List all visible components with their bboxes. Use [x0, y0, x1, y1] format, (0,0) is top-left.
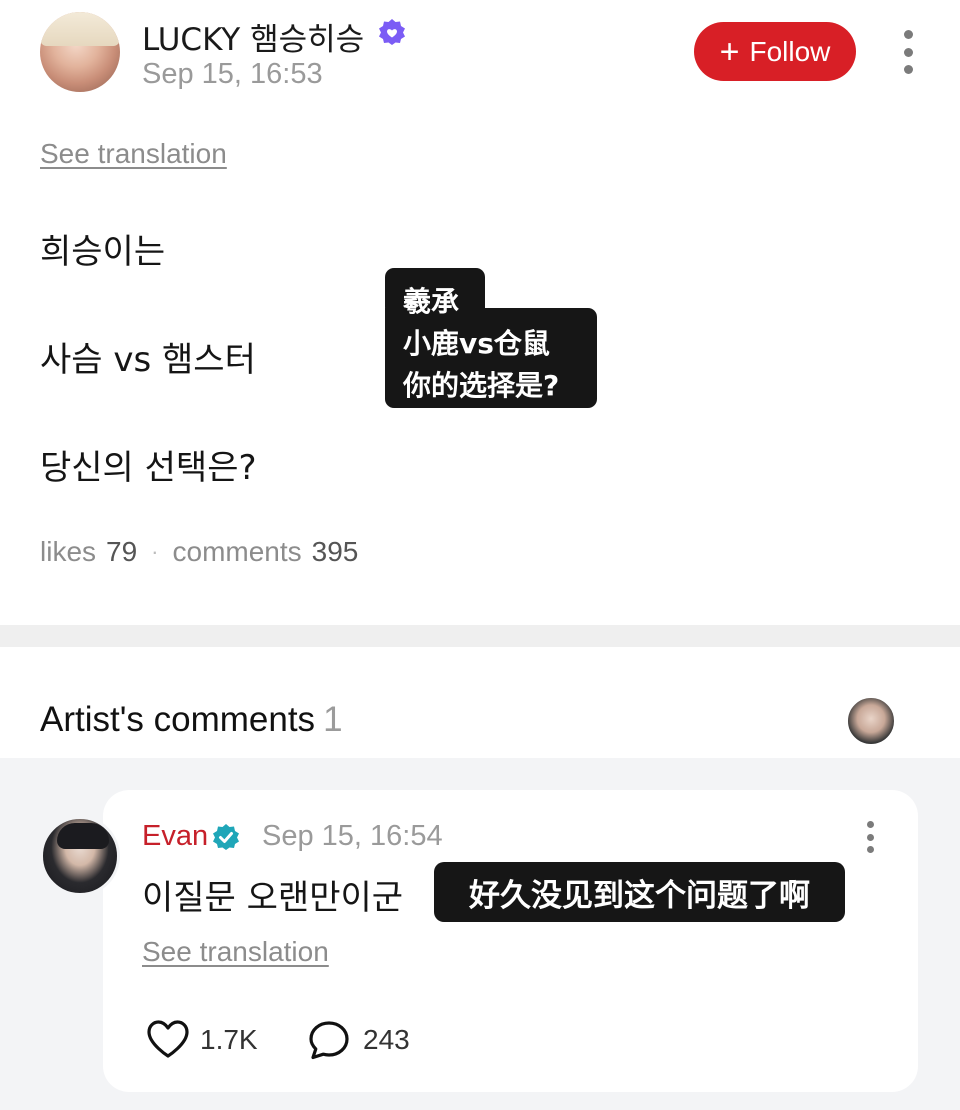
post-text-line: 사슴 vs 햄스터 — [40, 340, 256, 380]
plus-icon: + — [719, 32, 740, 71]
verified-badge-icon — [379, 19, 405, 45]
artist-comments-header[interactable]: Artist's comments 1 — [40, 700, 343, 740]
post-text-line: 희승이는 — [40, 232, 166, 272]
more-options-icon[interactable] — [898, 30, 918, 74]
comment-timestamp: Sep 15, 16:54 — [262, 820, 443, 852]
heart-outline-icon[interactable] — [146, 1019, 190, 1059]
follow-button[interactable]: + Follow — [694, 22, 856, 81]
section-divider — [0, 625, 960, 647]
caption-line: 小鹿vs仓鼠 — [403, 327, 550, 360]
comments-label: comments — [172, 536, 302, 567]
see-translation-link[interactable]: See translation — [40, 138, 227, 170]
separator-dot: · — [151, 539, 159, 564]
follow-label: Follow — [749, 35, 831, 67]
speech-bubble-outline-icon[interactable] — [308, 1020, 350, 1060]
post-stats: likes 79 · comments 395 — [40, 536, 358, 568]
author-avatar[interactable] — [40, 12, 120, 92]
comments-count[interactable]: 395 — [312, 536, 359, 568]
post-timestamp: Sep 15, 16:53 — [142, 58, 323, 90]
author-name[interactable]: LUCKY 햄승히승 — [142, 14, 364, 59]
artist-avatar[interactable] — [846, 696, 896, 746]
likes-count[interactable]: 79 — [106, 536, 137, 568]
translation-caption-overlay: 羲承 小鹿vs仓鼠 你的选择是? — [385, 268, 597, 408]
commenter-name[interactable]: Evan — [142, 820, 208, 853]
commenter-avatar[interactable] — [40, 816, 120, 896]
comment-reply-count: 243 — [363, 1024, 410, 1055]
artist-comments-title: Artist's comments — [40, 700, 316, 739]
comment-more-options-icon[interactable] — [864, 821, 876, 853]
artist-comments-count: 1 — [323, 700, 343, 739]
verified-badge-icon — [213, 824, 239, 850]
likes-label: likes — [40, 536, 97, 567]
caption-line: 你的选择是? — [403, 369, 560, 402]
comment-translation-overlay: 好久没见到这个问题了啊 — [434, 862, 845, 922]
caption-line: 羲承 — [403, 285, 460, 318]
post-text-line: 당신의 선택은? — [40, 448, 257, 488]
comment-like-count: 1.7K — [200, 1024, 258, 1055]
comment-see-translation-link[interactable]: See translation — [142, 936, 329, 968]
comment-text: 이질문 오랜만이군 — [142, 878, 404, 918]
post-header: LUCKY 햄승히승 Sep 15, 16:53 + Follow — [0, 0, 960, 120]
